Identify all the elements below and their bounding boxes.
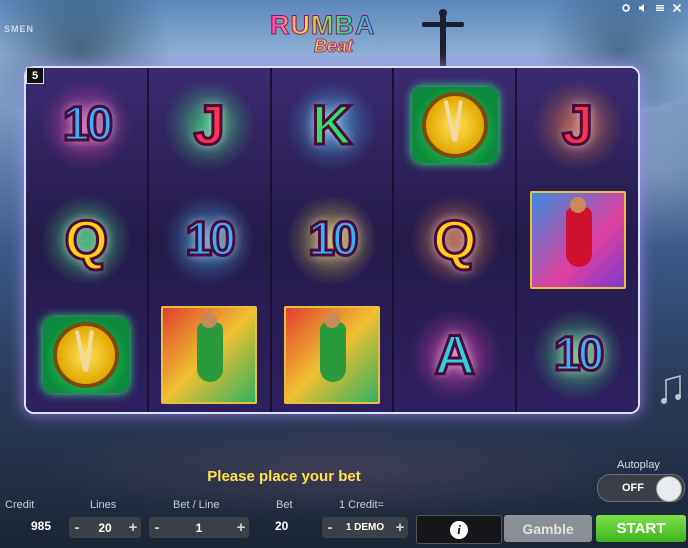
settings-icon[interactable] [655, 3, 665, 13]
toggle-knob[interactable] [656, 476, 682, 502]
window-controls [621, 3, 682, 13]
symbol-dancer [529, 191, 626, 289]
bet-label: Bet [276, 499, 293, 511]
lines-value: 20 [98, 520, 112, 535]
drum-icon [43, 316, 130, 393]
symbol-dancer [161, 305, 258, 404]
reel-1: 10 Q [26, 68, 149, 412]
lines-label: Lines [90, 499, 117, 511]
symbol-ten: 10 [184, 213, 237, 266]
lines-stepper: - 20 + [69, 517, 141, 538]
reel-cell: 10 [149, 183, 270, 298]
autoplay-state: OFF [622, 482, 644, 494]
symbol: J [192, 93, 226, 157]
dancer-icon [529, 191, 626, 289]
status-prompt: Please place your bet [207, 468, 361, 485]
provider-label: SMEN [4, 24, 35, 34]
symbol: 10 [61, 98, 114, 152]
bet-line-stepper: - 1 + [149, 517, 249, 538]
reel-5: J 10 [517, 68, 638, 412]
symbol-ten: 10 [552, 327, 605, 381]
bet-line-value: 1 [195, 520, 203, 535]
info-icon: i [450, 520, 468, 539]
symbol-drum [43, 316, 130, 393]
denomination-decrease-button[interactable]: - [322, 520, 338, 535]
symbol: K [310, 93, 353, 157]
dancer-icon [161, 305, 258, 404]
symbol: 10 [307, 213, 360, 266]
reel-4: QA [394, 68, 518, 412]
symbol-ten: 10 [307, 213, 360, 266]
reel-2: J 10 [148, 68, 272, 412]
autoplay-label: Autoplay [617, 459, 660, 471]
denomination-value: 1 DEMO [345, 522, 385, 533]
reel-cell: J [517, 68, 638, 183]
reels-grid: 10 Q J 10 K 10 Q A J 10 [26, 68, 638, 412]
lines-decrease-button[interactable]: - [69, 520, 85, 535]
reel-cell: 10 [26, 68, 147, 183]
reel-cell [149, 297, 270, 412]
christ-statue-silhouette [422, 9, 464, 66]
bet-line-increase-button[interactable]: + [233, 520, 249, 535]
lines-increase-button[interactable]: + [125, 520, 141, 535]
gear-icon[interactable] [621, 3, 631, 13]
reel-cell: Q [26, 183, 147, 298]
active-lines-badge: 5 [26, 67, 44, 84]
reel-cell [272, 297, 393, 412]
music-notes-decoration [661, 375, 681, 404]
reel-cell [517, 183, 638, 298]
credit-label: Credit [5, 499, 35, 511]
reel-cell [394, 68, 515, 183]
autoplay-toggle[interactable]: OFF [597, 474, 685, 502]
symbol: Q [63, 208, 110, 271]
symbol-a: A [433, 322, 476, 386]
reel-frame: 10 Q J 10 K 10 Q A J 10 [26, 68, 638, 412]
drum-icon [411, 87, 498, 164]
symbol: J [560, 93, 594, 157]
reel-cell: Q [394, 183, 515, 298]
reel-cell: K [272, 68, 393, 183]
symbol: A [433, 322, 476, 386]
symbol-drum [411, 87, 498, 164]
symbol-j: J [560, 93, 594, 157]
gamble-button[interactable]: Gamble [504, 515, 592, 542]
logo-subtitle: Beat [313, 36, 354, 57]
start-button[interactable]: START [596, 515, 686, 542]
symbol-k: K [310, 93, 353, 157]
symbol-q: Q [432, 208, 479, 271]
close-icon[interactable] [672, 3, 682, 13]
speaker-icon[interactable] [638, 3, 648, 13]
reel-cell: 10 [517, 297, 638, 412]
game-logo: RUMBA Beat [262, 6, 412, 62]
reel-cell: 10 [272, 183, 393, 298]
dancer-icon [283, 305, 380, 404]
info-button[interactable]: i [416, 515, 502, 544]
symbol-dancer [283, 305, 380, 404]
reel-cell [26, 297, 147, 412]
bet-line-label: Bet / Line [173, 499, 220, 511]
symbol: 10 [184, 213, 237, 266]
denomination-label: 1 Credit= [339, 499, 384, 511]
reel-cell: A [394, 297, 515, 412]
symbol-ten: 10 [61, 98, 114, 152]
denomination-stepper: - 1 DEMO + [322, 517, 408, 538]
symbol-j: J [192, 93, 226, 157]
symbol-q: Q [63, 208, 110, 271]
bet-line-decrease-button[interactable]: - [149, 520, 165, 535]
reel-3: K 10 [271, 68, 395, 412]
symbol: 10 [552, 327, 605, 381]
credit-value: 985 [31, 519, 52, 533]
bet-value: 20 [275, 519, 289, 533]
denomination-increase-button[interactable]: + [392, 520, 408, 535]
reel-cell: J [149, 68, 270, 183]
symbol: Q [432, 208, 479, 271]
